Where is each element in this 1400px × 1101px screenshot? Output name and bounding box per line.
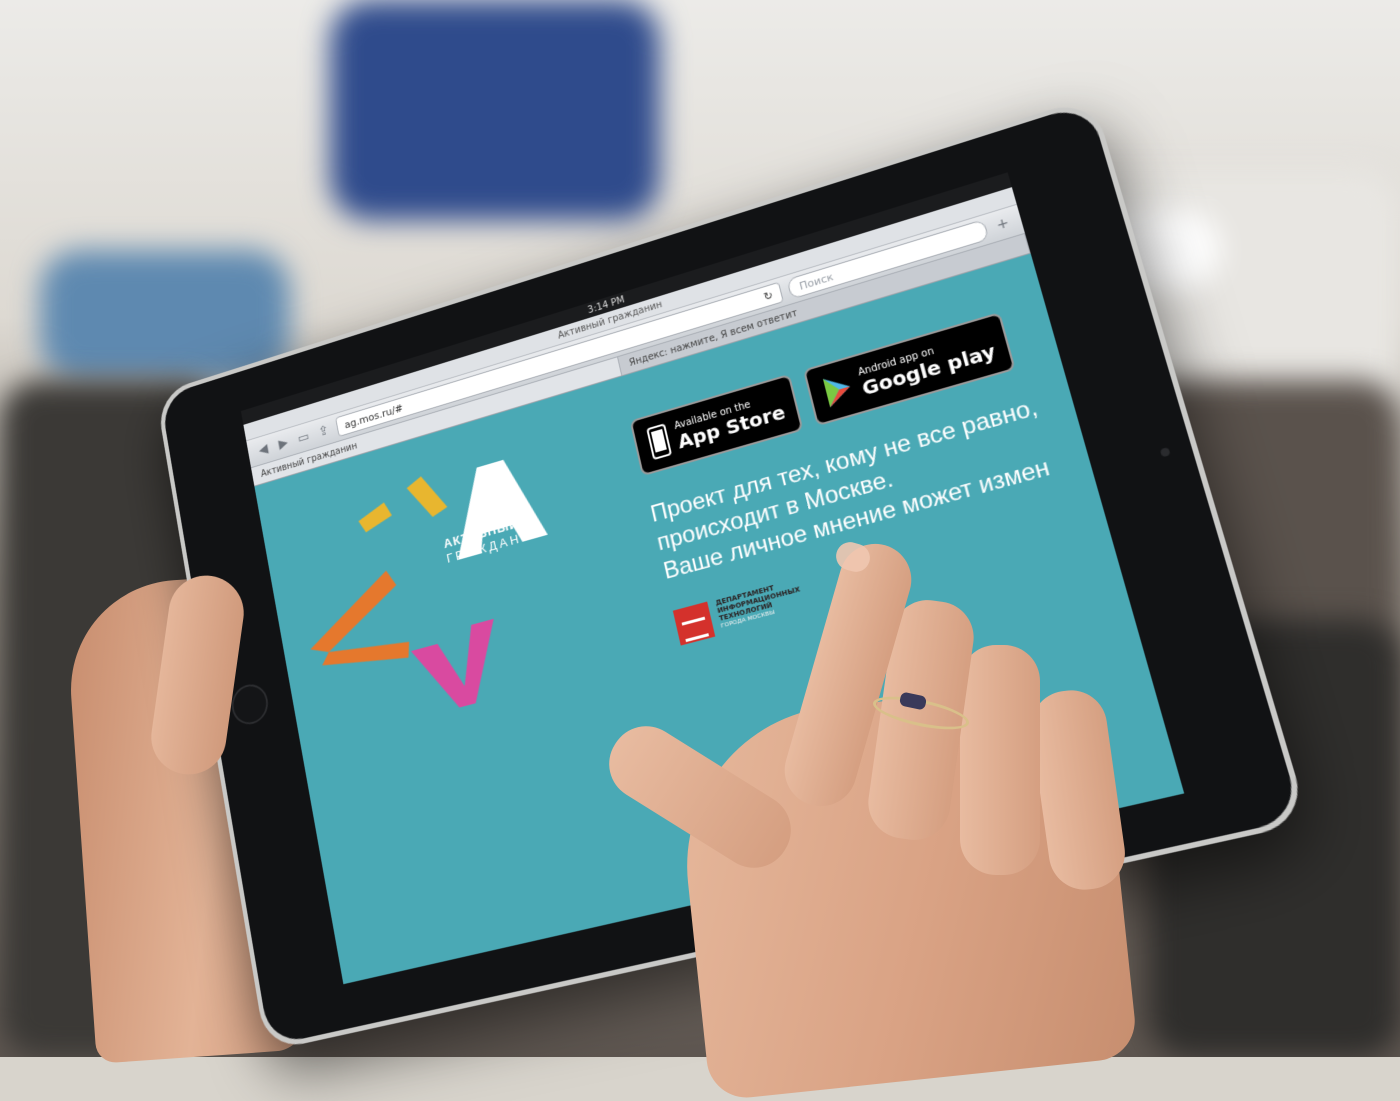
- bookmarks-icon[interactable]: ▭: [295, 429, 311, 447]
- home-button[interactable]: [228, 680, 271, 729]
- ring-finger: [960, 645, 1040, 875]
- logo-yellow-stroke-2: [405, 470, 449, 523]
- blurred-monitor: [40, 250, 290, 380]
- search-placeholder: Поиск: [797, 270, 835, 293]
- department-block[interactable]: ДЕПАРТАМЕНТ ИНФОРМАЦИОННЫХ ТЕХНОЛОГИЙ ГО…: [672, 568, 841, 646]
- active-citizen-logo[interactable]: [276, 431, 588, 744]
- share-icon[interactable]: ⇪: [315, 422, 331, 440]
- logo-yellow-stroke: [356, 500, 394, 534]
- front-camera: [1159, 447, 1171, 458]
- department-logo-icon: [672, 601, 716, 646]
- reload-icon[interactable]: ↻: [763, 288, 775, 303]
- new-tab-icon[interactable]: +: [993, 214, 1013, 234]
- iphone-icon: [645, 423, 673, 460]
- app-store-button[interactable]: Available on the App Store: [629, 373, 804, 477]
- back-icon[interactable]: ◀: [256, 441, 272, 459]
- forward-icon[interactable]: ▶: [275, 435, 291, 453]
- logo-pink-v: [409, 618, 510, 717]
- google-play-icon: [823, 372, 854, 408]
- blurred-blue-object: [330, 0, 660, 220]
- department-text: ДЕПАРТАМЕНТ ИНФОРМАЦИОННЫХ ТЕХНОЛОГИЙ ГО…: [715, 568, 840, 630]
- logo-orange-stroke: [300, 568, 406, 657]
